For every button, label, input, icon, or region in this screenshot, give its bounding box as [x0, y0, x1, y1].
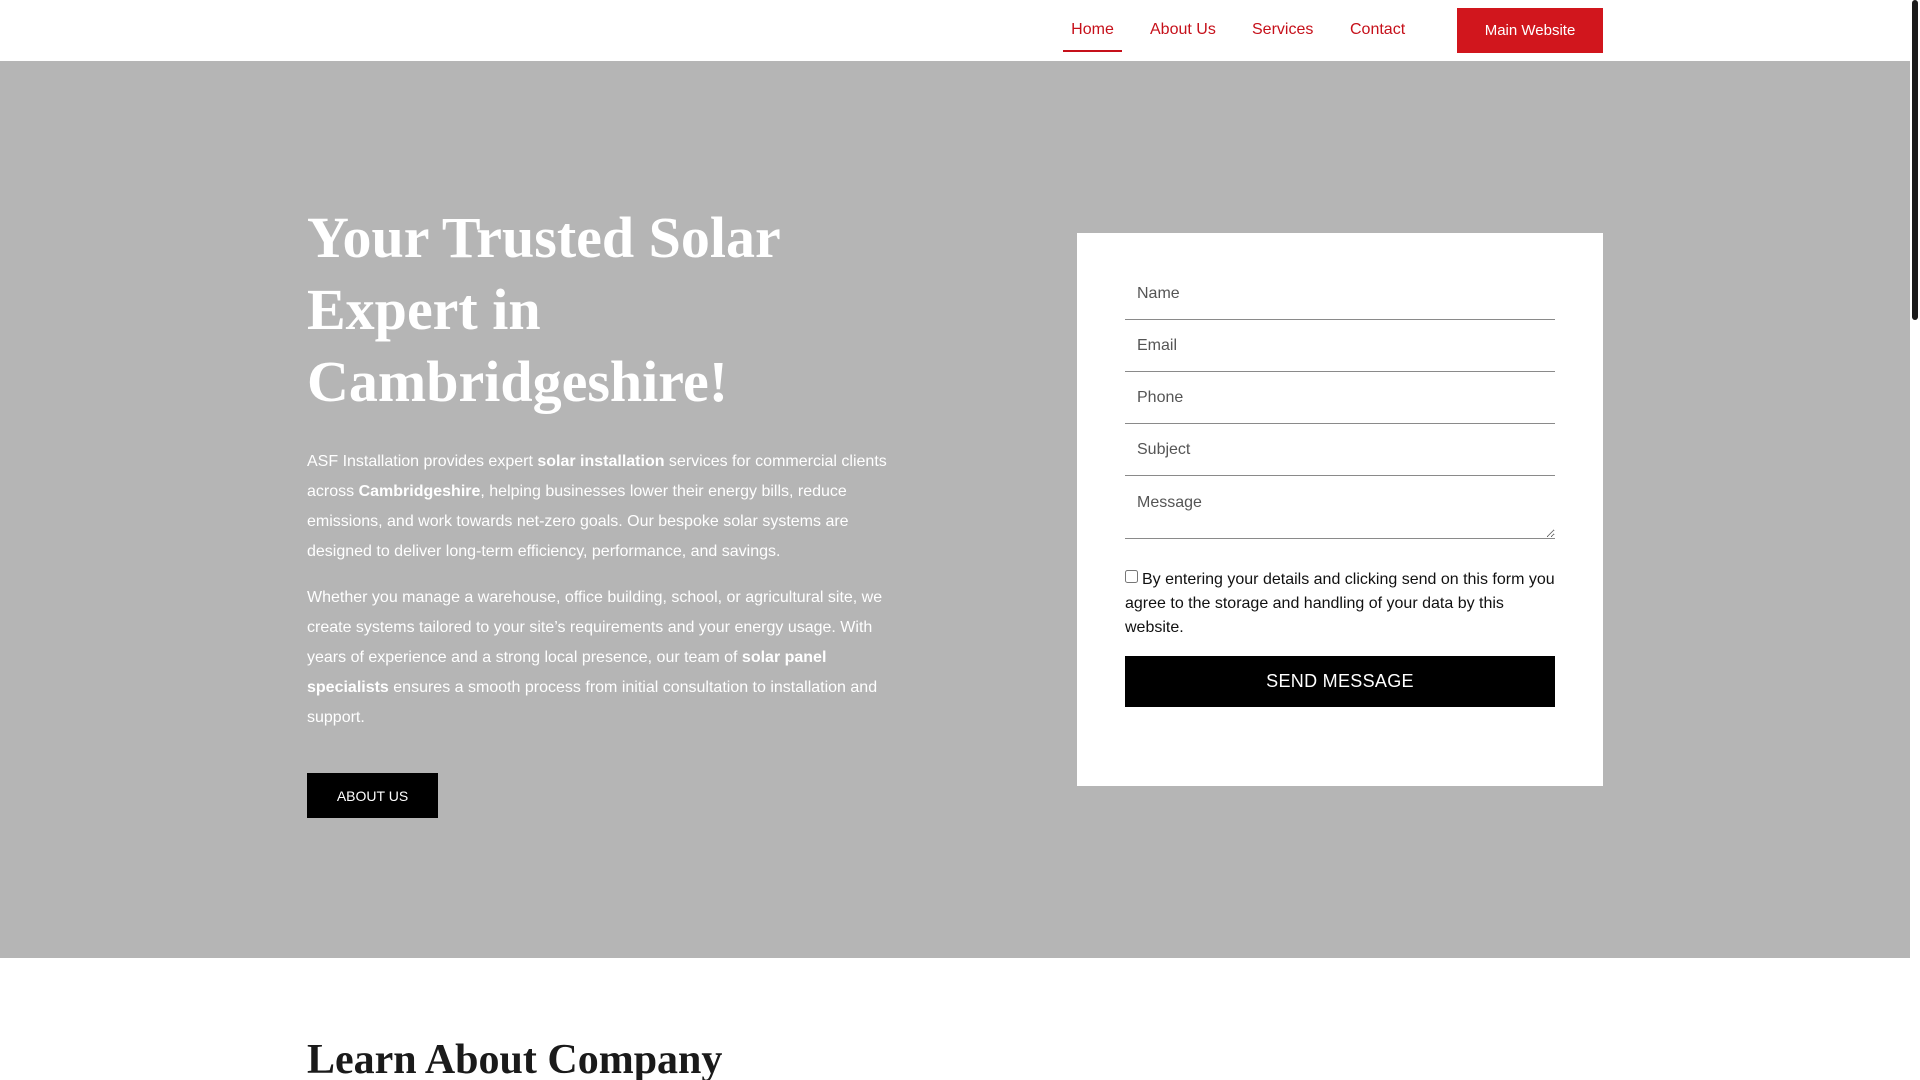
name-field[interactable]	[1125, 268, 1555, 320]
message-field[interactable]	[1125, 476, 1555, 539]
site-header: Home About Us Services Contact Main Webs…	[0, 0, 1910, 61]
contact-form: By entering your details and clicking se…	[1077, 233, 1603, 786]
hero-p1-text-1: ASF Installation provides expert	[307, 453, 538, 470]
email-field[interactable]	[1125, 320, 1555, 372]
nav-item-about-us[interactable]: About Us	[1150, 0, 1216, 52]
nav-item-contact[interactable]: Contact	[1350, 0, 1405, 52]
main-website-button[interactable]: Main Website	[1457, 8, 1603, 53]
about-us-button[interactable]: ABOUT US	[307, 773, 438, 818]
hero-section: Your Trusted Solar Expert in Cambridgesh…	[0, 61, 1910, 958]
hero-p2-text-2: ensures a smooth process from initial co…	[307, 679, 878, 726]
learn-about-company-heading: Learn About Company	[307, 1037, 723, 1080]
scrollbar-thumb[interactable]	[1912, 0, 1918, 320]
consent-row: By entering your details and clicking se…	[1125, 568, 1565, 640]
hero-paragraph-intro: ASF Installation provides expert solar i…	[307, 447, 899, 567]
hero-p1-bold-solar-installation: solar installation	[537, 453, 665, 470]
phone-field[interactable]	[1125, 372, 1555, 424]
hero-title: Your Trusted Solar Expert in Cambridgesh…	[307, 205, 780, 414]
hero-p1-bold-cambridgeshire: Cambridgeshire	[358, 483, 481, 500]
page: Home About Us Services Contact Main Webs…	[0, 0, 1920, 1080]
hero-paragraph-details: Whether you manage a warehouse, office b…	[307, 583, 899, 733]
nav-item-home[interactable]: Home	[1063, 0, 1122, 52]
send-message-button[interactable]: SEND MESSAGE	[1125, 656, 1555, 707]
consent-checkbox[interactable]	[1125, 570, 1138, 583]
subject-field[interactable]	[1125, 424, 1555, 476]
page-scrollbar[interactable]	[1910, 0, 1920, 1080]
consent-text: By entering your details and clicking se…	[1125, 571, 1555, 636]
nav-item-services[interactable]: Services	[1252, 0, 1313, 52]
